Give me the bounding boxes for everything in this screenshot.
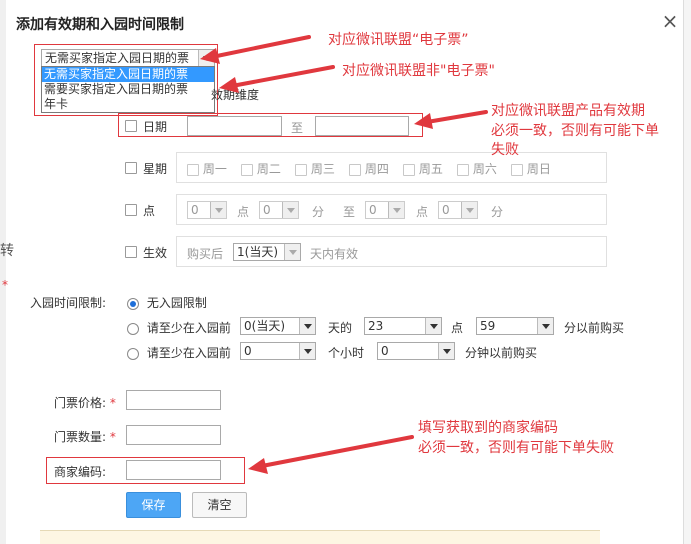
annotation-arrow-1	[200, 35, 311, 64]
annotation-note-4-line1: 填写获取到的商家编码	[418, 420, 558, 436]
annotation-note-4-line2: 必须一致，否则有可能下单失败	[418, 440, 614, 456]
annotation-note-3-line2: 必须一致，否则有可能下单	[491, 123, 659, 139]
annotation-arrow-2	[219, 65, 335, 93]
annotation-note-3-line1: 对应微讯联盟产品有效期	[491, 103, 645, 119]
annotation-note-1: 对应微讯联盟“电子票”	[328, 32, 469, 48]
annotation-note-2: 对应微讯联盟非"电子票"	[342, 63, 495, 79]
annotation-arrows	[200, 35, 488, 474]
annotation-note-3-line3: 失败	[491, 142, 519, 158]
annotation-arrow-3	[414, 110, 488, 129]
annotation-arrow-4	[248, 435, 414, 474]
